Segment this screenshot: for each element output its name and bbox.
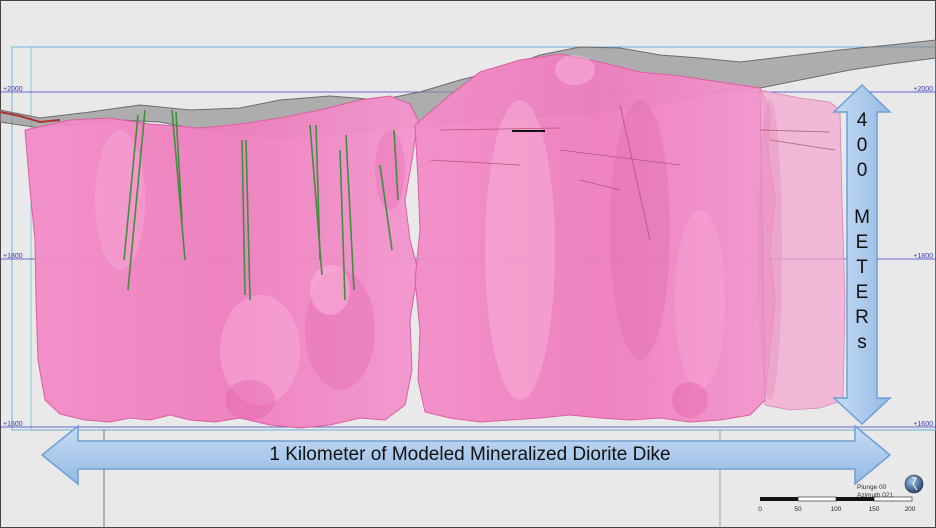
vertical-label-char: E	[855, 282, 869, 303]
dike-bulge	[375, 130, 405, 210]
vertical-label-char: R	[855, 307, 869, 328]
vertical-label-char: 4	[856, 110, 868, 131]
vertical-arrow-label: 4 0 0 M E T E R s	[842, 108, 882, 398]
scale-tick-label: 100	[830, 506, 842, 513]
dike-bulge	[485, 100, 555, 400]
elevation-label-left: +2000	[3, 86, 23, 93]
vertical-label-char: M	[854, 207, 870, 228]
elevation-label-right: +2000	[913, 86, 933, 93]
dike-bulge	[555, 55, 595, 85]
scale-tick-label: 50	[794, 506, 802, 513]
elevation-label-right: +1800	[913, 253, 933, 260]
vertical-label-char: s	[857, 332, 867, 353]
vertical-label-char: 0	[856, 160, 868, 181]
vertical-label-char: 0	[856, 135, 868, 156]
dike-bulge	[95, 130, 145, 270]
plunge-label: Plunge 00	[857, 484, 887, 491]
dike-bulge	[672, 382, 708, 418]
scale-tick-label: 200	[904, 506, 916, 513]
section-view: +2000 +2000 +1800 +1800 +1600 +1600 1 Ki…	[0, 0, 936, 528]
scale-tick-label: 0	[758, 506, 762, 513]
azimuth-label: Azimuth 021	[857, 492, 894, 499]
scale-tick-label: 150	[868, 506, 880, 513]
elevation-label-left: +1800	[3, 253, 23, 260]
vertical-label-char: T	[856, 257, 868, 278]
elevation-label-left: +1600	[3, 421, 23, 428]
dike-bulge	[225, 380, 275, 420]
dike-bulge	[610, 100, 670, 360]
dike-bulge	[758, 100, 782, 400]
dike-body-center	[414, 53, 776, 423]
view-orientation: Plunge 00 Azimuth 021	[857, 484, 893, 500]
horizontal-arrow-label: 1 Kilometer of Modeled Mineralized Diori…	[269, 444, 671, 465]
dike-bulge	[675, 210, 725, 390]
elevation-label-right: +1600	[913, 421, 933, 428]
vertical-label-char: E	[855, 232, 869, 253]
